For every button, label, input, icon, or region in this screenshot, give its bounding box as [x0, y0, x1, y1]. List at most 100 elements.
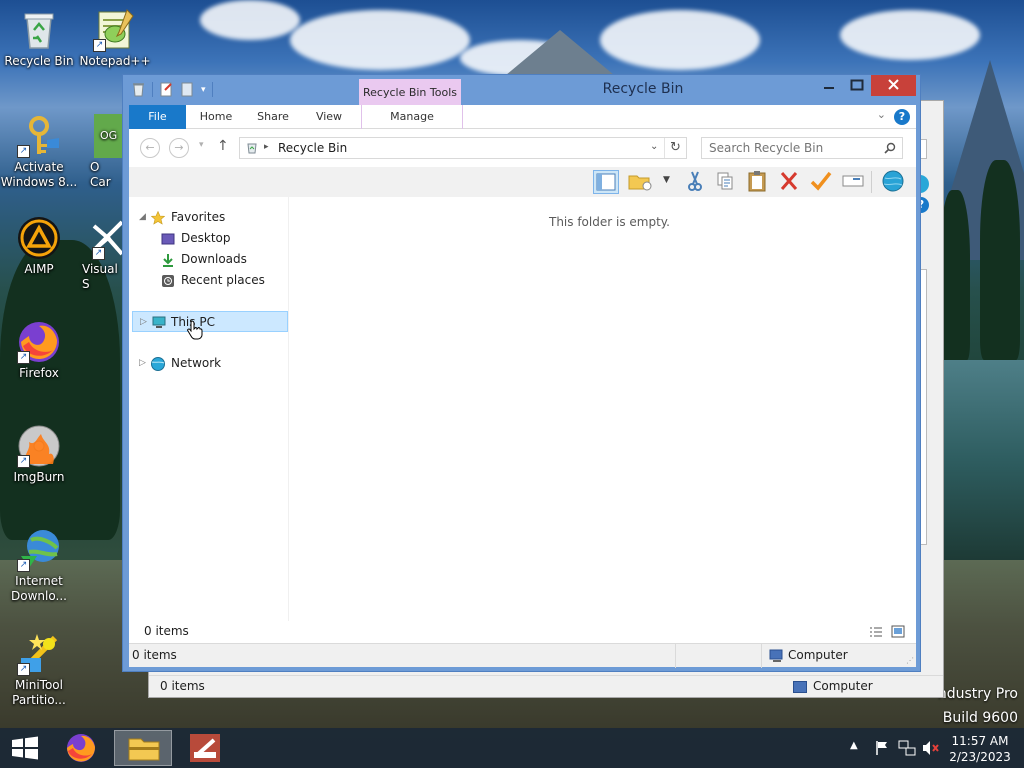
tab-file[interactable]: File [129, 105, 186, 129]
desktop-icon-imgburn[interactable]: ↗ ImgBurn [0, 424, 78, 485]
nav-item-recent-places[interactable]: Recent places [137, 270, 287, 291]
tree [940, 190, 970, 360]
resize-grip-icon[interactable]: ⋰ [906, 656, 914, 665]
cloud [200, 0, 300, 40]
desktop-icon-label: O Car [90, 160, 111, 189]
cloud [290, 10, 470, 70]
delete-button[interactable] [777, 170, 803, 194]
notepad-plus-plus-icon: ↗ [93, 8, 137, 52]
search-icon[interactable] [884, 142, 896, 154]
arrow-right-icon: → [174, 141, 184, 154]
taskbar-minitool-app[interactable] [176, 730, 234, 766]
details-view-icon[interactable] [869, 626, 883, 638]
new-folder-button[interactable] [627, 170, 653, 194]
desktop-icon-label: Notepad++ [79, 54, 151, 68]
refresh-icon[interactable]: ↻ [670, 140, 681, 155]
navigation-pane: ◢ Favorites Desktop Downloads Recent pla… [129, 197, 289, 643]
start-button[interactable] [0, 730, 50, 766]
customize-quick-access-icon[interactable]: ▾ [201, 85, 206, 95]
desktop-icon-label: AIMP [24, 262, 54, 276]
network-icon[interactable] [898, 740, 916, 756]
file-explorer-folder-icon [128, 738, 160, 761]
forward-button[interactable]: → [169, 138, 189, 158]
desktop-icon-recycle-bin[interactable]: Recycle Bin [0, 8, 78, 69]
toolbox-icon [190, 734, 220, 762]
desktop-icon-internet-download-manager[interactable]: ↗ Internet Downlo... [0, 528, 78, 604]
nav-item-desktop[interactable]: Desktop [137, 228, 287, 249]
expand-ribbon-icon[interactable]: ⌄ [877, 108, 886, 121]
background-status-bar: 0 items Computer [149, 675, 943, 697]
address-divider [664, 138, 665, 158]
chevron-down-icon[interactable]: ▼ [663, 175, 670, 185]
nav-item-network[interactable]: ▷ Network [137, 353, 287, 374]
firefox-icon [67, 734, 96, 762]
mountain [500, 30, 620, 80]
address-dropdown-icon[interactable]: ⌄ [650, 141, 658, 152]
background-status-count: 0 items [160, 679, 205, 693]
desktop-icon-visual-studio[interactable]: ↗ Visual S [76, 216, 122, 292]
scissors-icon [688, 171, 702, 191]
title-bar[interactable]: ▾ Recycle Bin Tools Recycle Bin [123, 75, 920, 106]
recycle-bin-small-icon[interactable] [131, 82, 146, 97]
show-hidden-icons-button[interactable]: ▲ [850, 740, 858, 768]
delete-x-icon [780, 172, 798, 190]
recent-places-icon [162, 275, 174, 287]
tab-home[interactable]: Home [191, 105, 241, 129]
search-box[interactable] [701, 137, 903, 159]
select-button[interactable] [809, 170, 835, 194]
desktop-icon-notepad-plus-plus[interactable]: ↗ Notepad++ [76, 8, 154, 69]
desktop-icon-activate-windows[interactable]: ↗ Activate Windows 8... [0, 114, 78, 190]
recent-locations-dropdown[interactable]: ▾ [199, 140, 204, 150]
taskbar-file-explorer[interactable] [114, 730, 172, 766]
network-globe-icon [151, 357, 165, 371]
network-globe-button[interactable] [881, 170, 907, 194]
volume-muted-icon[interactable] [922, 740, 940, 756]
cut-button[interactable] [683, 170, 709, 194]
desktop-icon-og-app[interactable]: OG O Car [76, 114, 122, 190]
desktop-icon-label: MiniTool Partitio... [12, 678, 66, 707]
desktop-icon-firefox[interactable]: ↗ Firefox [0, 320, 78, 381]
rename-button[interactable] [841, 170, 867, 194]
new-folder-small-icon[interactable] [180, 82, 195, 97]
tab-share[interactable]: Share [247, 105, 299, 129]
desktop-icon-minitool-partition[interactable]: ↗ MiniTool Partitio... [0, 632, 78, 708]
recycle-bin-window[interactable]: ▾ Recycle Bin Tools Recycle Bin File Hom… [122, 74, 921, 672]
taskbar: ▲ 11:57 AM 2/23/2023 [0, 728, 1024, 768]
expand-triangle-icon[interactable]: ◢ [139, 207, 146, 228]
copy-button[interactable] [713, 170, 739, 194]
preview-pane-button[interactable] [593, 170, 619, 194]
ribbon-tab-strip: File Home Share View Manage ⌄ ? [129, 105, 916, 129]
nav-item-favorites[interactable]: ◢ Favorites [137, 207, 287, 228]
quick-access-toolbar: ▾ [131, 82, 213, 97]
background-status-location: Computer [813, 679, 873, 693]
close-button[interactable] [871, 75, 916, 96]
expand-triangle-icon[interactable]: ▷ [140, 312, 147, 333]
tab-view[interactable]: View [305, 105, 353, 129]
taskbar-clock[interactable]: 11:57 AM 2/23/2023 [940, 733, 1020, 765]
back-button[interactable]: ← [140, 138, 160, 158]
paste-button[interactable] [745, 170, 771, 194]
status-item-count: 0 items [132, 648, 177, 662]
help-icon[interactable]: ? [894, 109, 910, 125]
maximize-button[interactable] [843, 75, 871, 96]
nav-item-downloads[interactable]: Downloads [137, 249, 287, 270]
desktop-icon-aimp[interactable]: AIMP [0, 216, 78, 277]
breadcrumb-chevron-icon[interactable]: ▸ [264, 142, 269, 152]
address-bar[interactable]: ▸ Recycle Bin ⌄ ↻ [239, 137, 687, 159]
expand-triangle-icon[interactable]: ▷ [139, 353, 146, 374]
properties-icon[interactable] [159, 82, 174, 97]
minimize-button[interactable] [815, 75, 843, 96]
taskbar-firefox[interactable] [52, 730, 110, 766]
tab-manage[interactable]: Manage [361, 105, 463, 129]
command-toolbar: ▼ [129, 167, 916, 197]
search-input[interactable] [702, 138, 880, 158]
nav-item-this-pc[interactable]: ▷ This PC [132, 311, 288, 340]
nav-label-favorites: Favorites [171, 210, 226, 224]
up-button[interactable]: ↑ [217, 138, 229, 154]
address-path[interactable]: Recycle Bin [278, 141, 347, 155]
recycle-bin-icon [17, 8, 61, 52]
desktop-icon-label: Visual S [82, 262, 118, 291]
quick-access-divider [211, 82, 213, 97]
large-icons-view-icon[interactable] [891, 625, 905, 638]
action-center-flag-icon[interactable] [874, 740, 890, 756]
